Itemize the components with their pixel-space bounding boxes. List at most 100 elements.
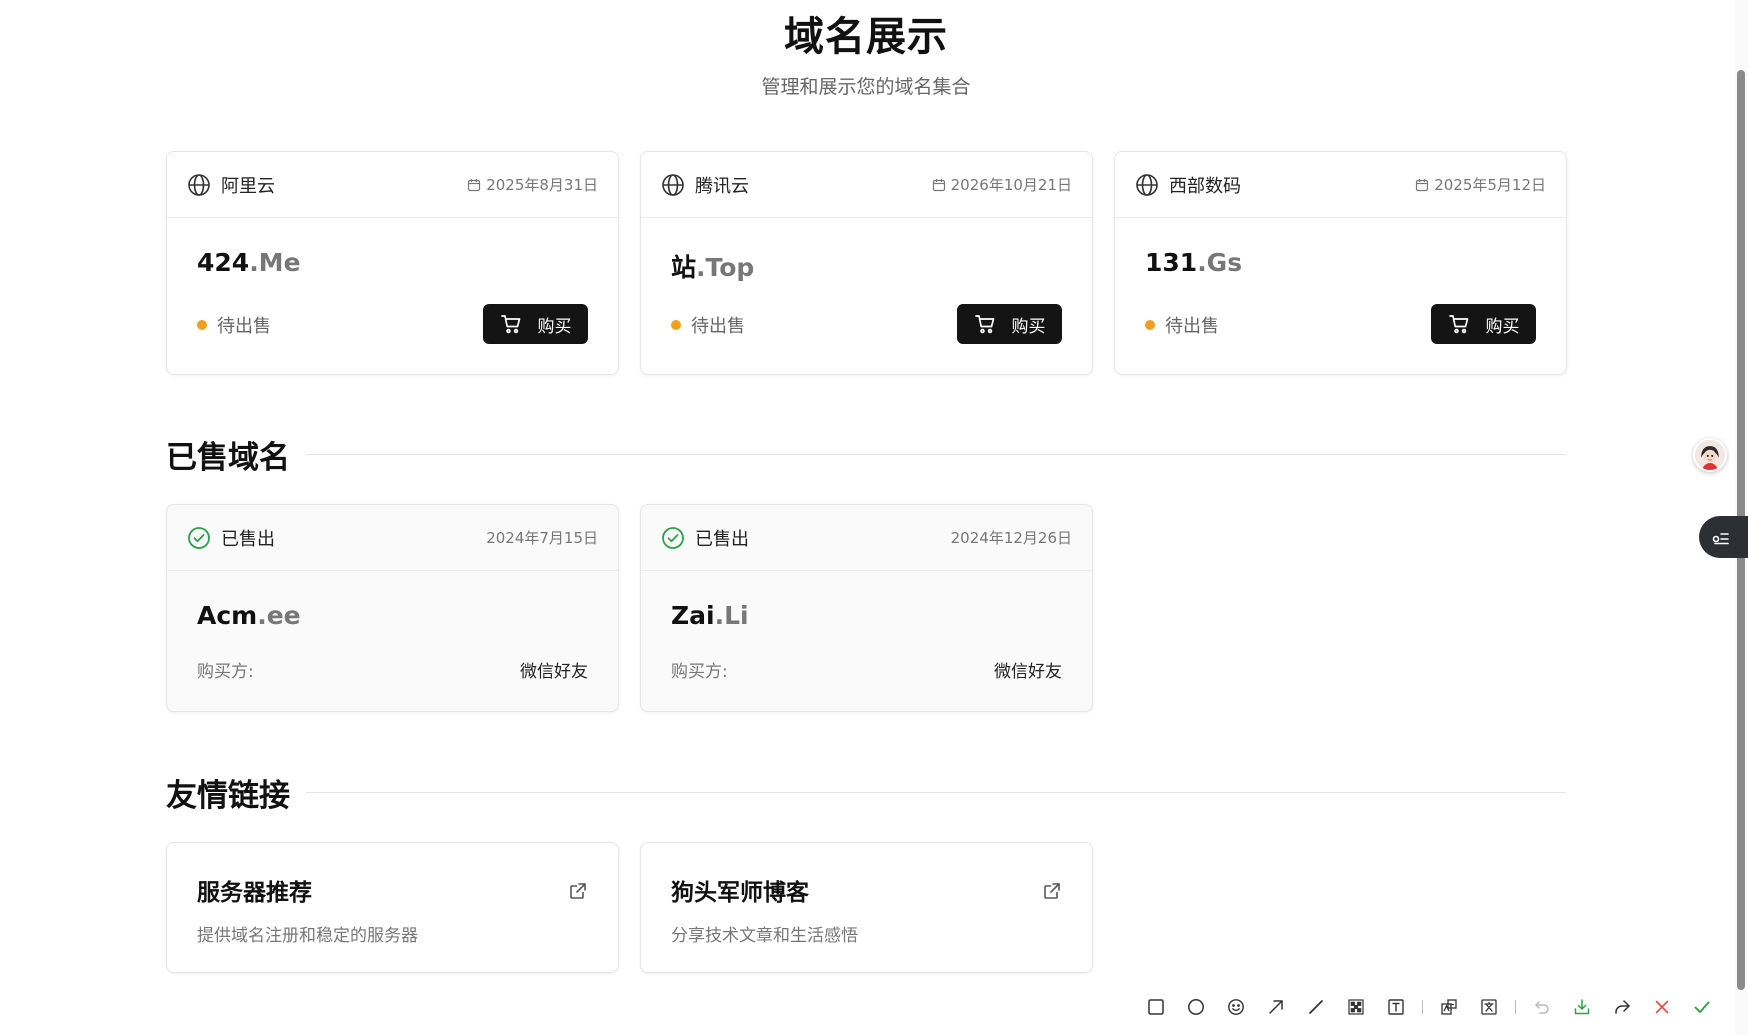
sold-status: 已售出	[221, 528, 275, 550]
buyer-value: 微信好友	[520, 662, 588, 682]
assistant-avatar[interactable]	[1693, 438, 1727, 472]
buyer-label: 购买方:	[197, 662, 254, 682]
confirm-icon[interactable]	[1682, 990, 1722, 1024]
globe-icon	[661, 173, 685, 197]
panel-toggle-icon	[1711, 527, 1731, 547]
link-name: 服务器推荐	[197, 880, 312, 906]
undo-icon[interactable]	[1522, 990, 1562, 1024]
registrar-name: 腾讯云	[695, 175, 749, 197]
side-panel-button[interactable]	[1699, 516, 1748, 558]
buy-button[interactable]: 购买	[483, 304, 588, 344]
friend-link-card[interactable]: 狗头军师博客 分享技术文章和生活感悟	[640, 842, 1093, 973]
buyer-value: 微信好友	[994, 662, 1062, 682]
external-link-icon[interactable]	[568, 881, 588, 901]
domain-tld: .Top	[696, 253, 755, 282]
section-divider	[306, 792, 1566, 793]
status-dot	[671, 320, 681, 330]
rectangle-icon[interactable]	[1136, 990, 1176, 1024]
domain-name: Zai.Li	[671, 601, 1062, 630]
annotation-toolbar	[1136, 990, 1734, 1024]
card-body: 131.Gs 待出售 购买	[1115, 218, 1566, 374]
card-header: 已售出 2024年12月26日	[641, 505, 1092, 571]
calendar-icon	[1415, 178, 1429, 192]
sold-domain-card: 已售出 2024年7月15日 Acm.ee 购买方: 微信好友	[166, 504, 619, 712]
expiry-date-text: 2025年8月31日	[486, 176, 598, 194]
domain-label: 424	[197, 248, 250, 277]
emoji-icon[interactable]	[1216, 990, 1256, 1024]
buy-button[interactable]: 购买	[957, 304, 1062, 344]
expiry-date: 2025年5月12日	[1415, 174, 1546, 195]
section-title-links: 友情链接	[166, 778, 290, 814]
domain-card: 西部数码 2025年5月12日 131.Gs 待出售 购买	[1114, 151, 1567, 375]
link-description: 分享技术文章和生活感悟	[671, 926, 858, 946]
card-header: 腾讯云 2026年10月21日	[641, 152, 1092, 218]
domain-tld: .Gs	[1197, 248, 1243, 277]
link-description: 提供域名注册和稳定的服务器	[197, 926, 418, 946]
buyer-label: 购买方:	[671, 662, 728, 682]
domain-card: 阿里云 2025年8月31日 424.Me 待出售 购买	[166, 151, 619, 375]
domain-tld: .ee	[257, 601, 301, 630]
section-title-sold: 已售域名	[166, 440, 290, 476]
card-body: 424.Me 待出售 购买	[167, 218, 618, 374]
status-badge: 待出售	[671, 312, 745, 338]
domain-label: 站	[671, 253, 697, 282]
card-body: 站.Top 待出售 购买	[641, 218, 1092, 374]
status-badge: 待出售	[197, 312, 271, 338]
share-icon[interactable]	[1602, 990, 1642, 1024]
status-dot	[197, 320, 207, 330]
expiry-date-text: 2025年5月12日	[1434, 176, 1546, 194]
card-header: 西部数码 2025年5月12日	[1115, 152, 1566, 218]
buyer-row: 购买方: 微信好友	[671, 657, 1062, 682]
expiry-date: 2025年8月31日	[467, 174, 598, 195]
mosaic-icon[interactable]	[1336, 990, 1376, 1024]
buyer-row: 购买方: 微信好友	[197, 657, 588, 682]
domain-label: 131	[1145, 248, 1198, 277]
domain-name: 424.Me	[197, 248, 588, 277]
text-icon[interactable]	[1376, 990, 1416, 1024]
cart-icon	[1448, 313, 1470, 335]
card-header: 阿里云 2025年8月31日	[167, 152, 618, 218]
cart-icon	[974, 313, 996, 335]
buy-button-label: 购买	[1485, 316, 1520, 337]
domain-label: Acm	[197, 601, 258, 630]
sold-date: 2024年7月15日	[486, 529, 598, 547]
close-icon[interactable]	[1642, 990, 1682, 1024]
toolbar-separator	[1422, 1000, 1423, 1014]
check-circle-icon	[187, 526, 211, 550]
buy-button[interactable]: 购买	[1431, 304, 1536, 344]
expiry-date-text: 2026年10月21日	[950, 176, 1072, 194]
domain-name: Acm.ee	[197, 601, 588, 630]
status-dot	[1145, 320, 1155, 330]
domain-name: 站.Top	[671, 248, 1062, 284]
sold-status: 已售出	[695, 528, 749, 550]
ellipse-icon[interactable]	[1176, 990, 1216, 1024]
domain-label: Zai	[671, 601, 715, 630]
domain-card: 腾讯云 2026年10月21日 站.Top 待出售 购买	[640, 151, 1093, 375]
cart-icon	[500, 313, 522, 335]
buy-button-label: 购买	[1011, 316, 1046, 337]
friend-link-card[interactable]: 服务器推荐 提供域名注册和稳定的服务器	[166, 842, 619, 973]
external-link-icon[interactable]	[1042, 881, 1062, 901]
section-divider	[306, 454, 1566, 455]
line-icon[interactable]	[1296, 990, 1336, 1024]
page-subtitle: 管理和展示您的域名集合	[761, 76, 971, 98]
domain-tld: .Me	[249, 248, 301, 277]
translate-icon[interactable]	[1469, 990, 1509, 1024]
domain-name: 131.Gs	[1145, 248, 1536, 277]
ocr-icon[interactable]	[1429, 990, 1469, 1024]
status-text: 待出售	[691, 316, 745, 337]
save-icon[interactable]	[1562, 990, 1602, 1024]
card-body: Acm.ee 购买方: 微信好友	[167, 571, 618, 711]
status-text: 待出售	[217, 316, 271, 337]
globe-icon	[1135, 173, 1159, 197]
calendar-icon	[932, 178, 946, 192]
globe-icon	[187, 173, 211, 197]
calendar-icon	[467, 178, 481, 192]
arrow-icon[interactable]	[1256, 990, 1296, 1024]
registrar-name: 阿里云	[221, 175, 275, 197]
card-body: Zai.Li 购买方: 微信好友	[641, 571, 1092, 711]
toolbar-separator	[1515, 1000, 1516, 1014]
expiry-date: 2026年10月21日	[932, 174, 1072, 195]
status-badge: 待出售	[1145, 312, 1219, 338]
link-name: 狗头军师博客	[671, 880, 809, 906]
